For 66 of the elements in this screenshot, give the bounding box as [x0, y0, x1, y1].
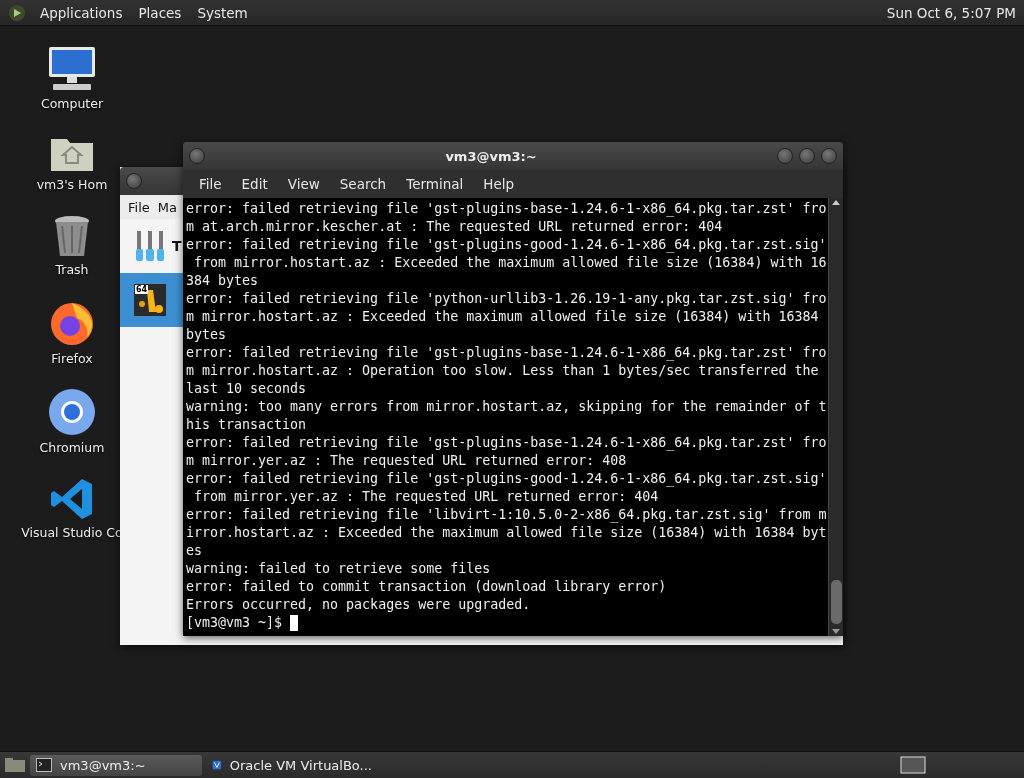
vm-icon [134, 284, 166, 316]
tools-icon [134, 229, 166, 263]
arch-badge: 64 [135, 285, 149, 294]
scroll-down-icon [831, 628, 841, 636]
terminal-line: m mirror.hostart.az : Operation too slow. Less than 1 bytes/sec transferred the [186, 362, 820, 380]
desktop-icon-label[interactable]: vm3's Hom [36, 177, 108, 192]
scrollbar-thumb[interactable] [830, 580, 842, 624]
minimize-button[interactable] [777, 148, 793, 164]
menu-item[interactable]: File [189, 176, 232, 192]
terminal-line: error: failed retrieving file 'gst-plugins-good-1.24.6-1-x86_64.pkg.tar.zst.sig' [186, 470, 828, 488]
maximize-button[interactable] [799, 148, 815, 164]
menu-item[interactable]: Edit [231, 176, 278, 192]
terminal-line: error: failed retrieving file 'gst-plugins-base-1.24.6-1-x86_64.pkg.tar.zst' fro [186, 434, 828, 452]
terminal-line: 384 bytes [186, 272, 260, 290]
desktop-icon-label[interactable]: Trash [55, 262, 89, 277]
machine-list-item[interactable]: T [120, 219, 183, 273]
trash-icon [52, 214, 92, 258]
terminal-line: error: failed retrieving file 'libvirt-1:10.5.0-2-x86_64.pkg.tar.zst.sig' from m [186, 506, 828, 524]
taskbar-button[interactable]: Oracle VM VirtualBo... [206, 754, 378, 776]
panel-menu[interactable]: Places [136, 4, 184, 21]
terminal-line: irror.hostart.az : Exceeded the maximum allowed file size (16384) with 16384 byt [186, 524, 828, 542]
clock[interactable]: Sun Oct 6, 5:07 PM [886, 4, 1016, 21]
computer-icon [47, 46, 97, 92]
terminal-line: from mirror.yer.az : The requested URL returned error: 404 [193, 488, 660, 506]
chromium-icon [48, 388, 96, 436]
terminal-line: error: failed retrieving file 'gst-plugins-good-1.24.6-1-x86_64.pkg.tar.zst.sig' [186, 236, 828, 254]
panel-menu[interactable]: System [195, 4, 250, 21]
terminal-line: m mirror.yer.az : The requested URL returned error: 408 [186, 452, 628, 470]
text-cursor [290, 615, 299, 631]
desktop-icon-label[interactable]: Computer [40, 96, 104, 111]
show-desktop-icon [4, 756, 26, 774]
taskbar-button[interactable]: vm3@vm3:~ [30, 754, 202, 776]
terminal-line: from mirror.hostart.az : Exceeded the maximum allowed file size (16384) with 16 [193, 254, 828, 272]
menu-item[interactable]: File [128, 199, 150, 215]
menu-item[interactable]: Ma [157, 199, 177, 215]
menu-item[interactable]: Help [473, 176, 525, 192]
panel-menu[interactable]: Applications [38, 4, 125, 21]
terminal-line: last 10 seconds [186, 380, 308, 398]
terminal-line: error: failed retrieving file 'gst-plugins-base-1.24.6-1-x86_64.pkg.tar.zst' fro [186, 200, 828, 218]
terminal-line: error: failed to commit transaction (download library error) [186, 578, 668, 596]
vscode-icon [50, 477, 94, 521]
machine-list-item[interactable]: 64 [120, 273, 183, 327]
terminal-line: m mirror.hostart.az : Exceeded the maximum allowed file size (16384) with 16384 [186, 308, 820, 326]
scrollbar[interactable] [828, 198, 843, 636]
terminal-line: es [186, 542, 203, 560]
desktop-icon-label[interactable]: Chromium [39, 440, 105, 455]
desktop-icon-label[interactable]: Firefox [51, 351, 93, 366]
close-button[interactable] [821, 148, 837, 164]
workspace-switcher-icon [900, 756, 926, 774]
menu-item[interactable]: View [277, 176, 330, 192]
menu-logo-icon [8, 3, 26, 22]
terminal-icon [36, 758, 52, 772]
terminal-line: error: failed retrieving file 'gst-plugins-base-1.24.6-1-x86_64.pkg.tar.zst' fro [186, 344, 828, 362]
terminal-line: m at.arch.mirror.kescher.at : The requested URL returned error: 404 [186, 218, 724, 236]
terminal-line: Errors occurred, no packages were upgraded. [186, 596, 532, 614]
shell-prompt: [vm3@vm3 ~]$ [186, 614, 283, 632]
terminal-line: warning: too many errors from mirror.hostart.az, skipping for the remainder of t [186, 398, 828, 416]
menu-item[interactable]: Terminal [396, 176, 474, 192]
terminal-line: his transaction [186, 416, 308, 434]
window-menu-button[interactable] [126, 173, 142, 189]
terminal-line: error: failed retrieving file 'python-urllib3-1.26.19-1-any.pkg.tar.zst.sig' fro [186, 290, 828, 308]
window-menu-button[interactable] [189, 148, 205, 164]
terminal-line: bytes [186, 326, 228, 344]
terminal-line: warning: failed to retrieve some files [186, 560, 492, 578]
menu-item[interactable]: Search [329, 176, 397, 192]
window-title: vm3@vm3:~ [444, 148, 538, 164]
